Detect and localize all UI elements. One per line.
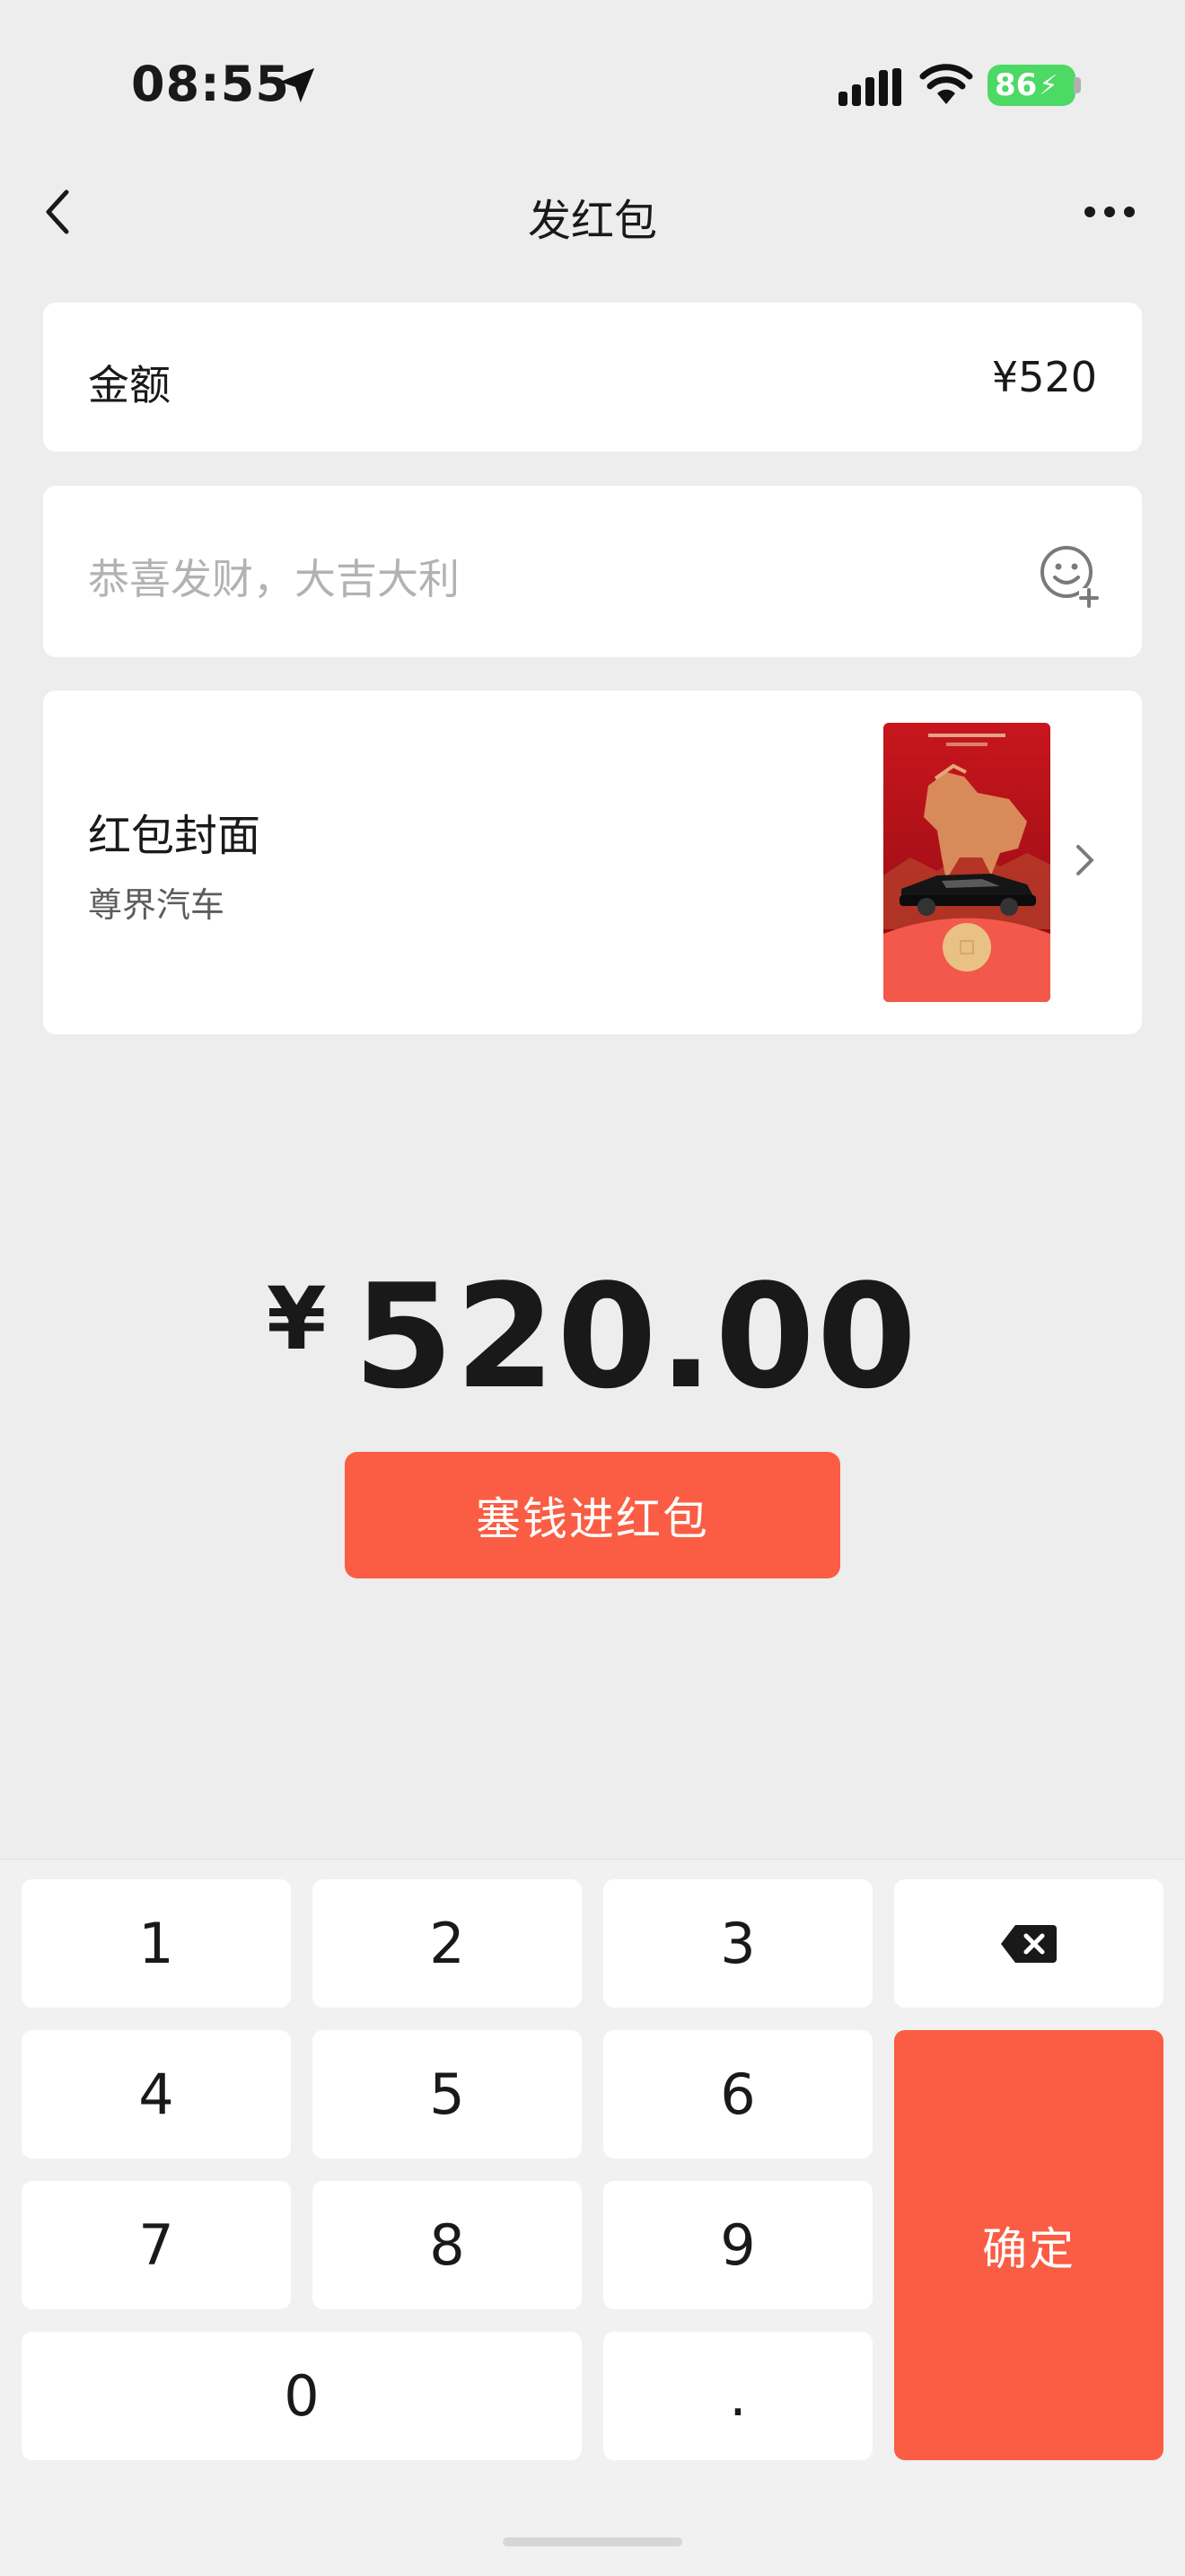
confirm-button[interactable]: 确定 bbox=[894, 2030, 1163, 2460]
key-3[interactable]: 3 bbox=[603, 1879, 873, 2008]
more-options-icon[interactable] bbox=[1083, 203, 1137, 221]
amount-value: ¥520 bbox=[991, 353, 1097, 401]
cover-title: 红包封面 bbox=[88, 811, 261, 861]
home-indicator bbox=[503, 2537, 682, 2546]
key-1[interactable]: 1 bbox=[22, 1879, 291, 2008]
key-decimal[interactable]: . bbox=[603, 2332, 873, 2460]
amount-label: 金额 bbox=[88, 361, 171, 409]
cover-selector[interactable]: 红包封面 尊界汽车 bbox=[43, 690, 1142, 1034]
total-amount: ¥520.00 bbox=[0, 1253, 1185, 1420]
charging-icon: ⚡ bbox=[1039, 69, 1058, 101]
key-4[interactable]: 4 bbox=[22, 2030, 291, 2158]
location-arrow-icon bbox=[279, 67, 315, 103]
message-field[interactable]: 恭喜发财，大吉大利 bbox=[43, 486, 1142, 657]
key-6[interactable]: 6 bbox=[603, 2030, 873, 2158]
amount-number: 520.00 bbox=[353, 1253, 919, 1420]
cover-subtitle: 尊界汽车 bbox=[88, 885, 225, 925]
amount-field[interactable]: 金额 ¥520 bbox=[43, 303, 1142, 452]
chevron-right-icon bbox=[1076, 845, 1093, 875]
message-placeholder: 恭喜发财，大吉大利 bbox=[88, 555, 460, 603]
key-7[interactable]: 7 bbox=[22, 2181, 291, 2309]
numeric-keypad: 1 2 3 4 5 6 7 8 9 0 . 确定 bbox=[0, 1859, 1185, 2576]
key-9[interactable]: 9 bbox=[603, 2181, 873, 2309]
status-time: 08:55 bbox=[131, 56, 290, 112]
page-title: 发红包 bbox=[527, 196, 657, 246]
key-2[interactable]: 2 bbox=[312, 1879, 582, 2008]
cover-illustration bbox=[883, 723, 1050, 1002]
backspace-key[interactable] bbox=[894, 1879, 1163, 2008]
battery-level: 86 bbox=[995, 67, 1038, 103]
cover-thumbnail[interactable] bbox=[883, 723, 1050, 1002]
key-8[interactable]: 8 bbox=[312, 2181, 582, 2309]
wifi-icon bbox=[919, 64, 973, 104]
key-5[interactable]: 5 bbox=[312, 2030, 582, 2158]
battery-tip bbox=[1074, 77, 1081, 93]
key-0[interactable]: 0 bbox=[22, 2332, 582, 2460]
backspace-icon bbox=[1001, 1924, 1057, 1963]
battery-indicator: 86 ⚡ bbox=[988, 65, 1075, 106]
emoji-add-icon[interactable] bbox=[1038, 543, 1102, 608]
currency-symbol: ¥ bbox=[266, 1269, 327, 1369]
put-money-button[interactable]: 塞钱进红包 bbox=[345, 1452, 840, 1578]
cellular-signal-icon bbox=[838, 68, 901, 106]
